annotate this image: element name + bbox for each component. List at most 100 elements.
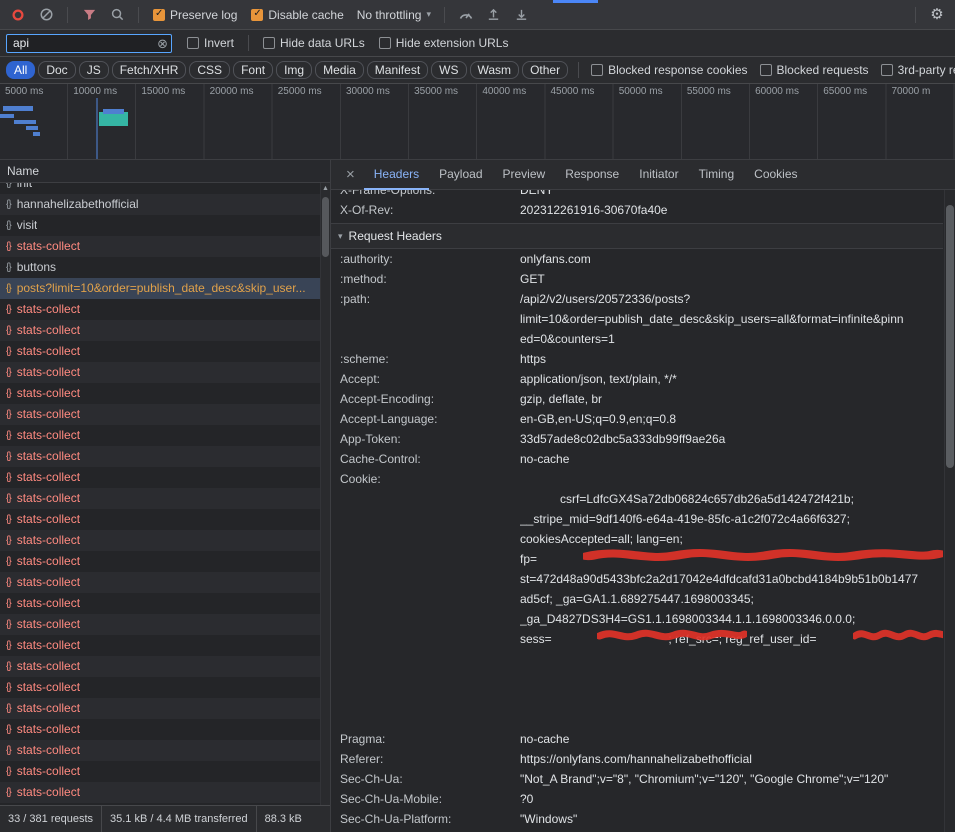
request-row[interactable]: {} stats-collect (0, 488, 320, 509)
request-row[interactable]: {} buttons (0, 257, 320, 278)
type-filter-chip[interactable]: All (6, 61, 35, 79)
disable-cache-checkbox[interactable]: Disable cache (251, 8, 343, 22)
request-row[interactable]: {} posts?limit=10&order=publish_date_des… (0, 278, 320, 299)
request-row[interactable]: {} stats-collect (0, 404, 320, 425)
type-filter-chip[interactable]: JS (79, 61, 109, 79)
request-row[interactable]: {} init (0, 183, 320, 194)
request-row[interactable]: {} stats-collect (0, 341, 320, 362)
type-filter-chip[interactable]: Fetch/XHR (112, 61, 187, 79)
type-chip-list: All Doc JS Fetch/XHR CSS Font Img Media … (6, 61, 571, 79)
request-row[interactable]: {} stats-collect (0, 467, 320, 488)
details-tab[interactable]: Response (555, 160, 629, 190)
request-row[interactable]: {} stats-collect (0, 656, 320, 677)
scrollbar-thumb[interactable] (322, 197, 329, 257)
request-row[interactable]: {} stats-collect (0, 572, 320, 593)
request-name: stats-collect (17, 782, 80, 803)
third-party-requests-checkbox[interactable]: 3rd-party requests (881, 63, 955, 77)
details-scrollbar[interactable] (944, 190, 955, 832)
network-filter-input[interactable] (6, 34, 172, 53)
request-row[interactable]: {} stats-collect (0, 677, 320, 698)
invert-checkbox[interactable]: Invert (187, 36, 234, 50)
type-filter-chip[interactable]: Doc (38, 61, 75, 79)
details-tab[interactable]: Preview (493, 160, 556, 190)
hide-data-urls-checkbox[interactable]: Hide data URLs (263, 36, 365, 50)
request-row[interactable]: {} visit (0, 215, 320, 236)
request-row[interactable]: {} stats-collect (0, 782, 320, 803)
header-value: "Not_A Brand";v="8", "Chromium";v="120",… (520, 769, 943, 789)
header-value: no-cache (520, 729, 943, 749)
request-row[interactable]: {} stats-collect (0, 509, 320, 530)
request-row[interactable]: {} stats-collect (0, 236, 320, 257)
type-filter-chip[interactable]: Media (315, 61, 364, 79)
name-column-header[interactable]: Name (0, 160, 330, 183)
request-name: stats-collect (17, 551, 80, 572)
timeline-overview[interactable]: 5000 ms10000 ms15000 ms20000 ms25000 ms3… (0, 84, 955, 160)
request-row[interactable]: {} stats-collect (0, 614, 320, 635)
request-row[interactable]: {} hannahelizabethofficial (0, 194, 320, 215)
request-row[interactable]: {} stats-collect (0, 551, 320, 572)
waterfall-bar (14, 120, 36, 124)
request-row[interactable]: {} stats-collect (0, 719, 320, 740)
type-filter-chip[interactable]: Img (276, 61, 312, 79)
header-value: 202312261916-30670fa40e (520, 200, 943, 220)
details-tab[interactable]: Timing (689, 160, 745, 190)
header-name: X-Frame-Options: (340, 190, 520, 200)
details-tab[interactable]: Headers (364, 160, 429, 190)
request-headers-section-toggle[interactable]: ▾ Request Headers (331, 223, 943, 249)
header-value: no-cache (520, 449, 943, 469)
scrollbar-thumb[interactable] (946, 205, 954, 468)
record-button[interactable] (6, 4, 30, 26)
request-row[interactable]: {} stats-collect (0, 425, 320, 446)
type-filter-chip[interactable]: Other (522, 61, 568, 79)
request-name: stats-collect (17, 362, 80, 383)
request-row[interactable]: {} stats-collect (0, 698, 320, 719)
network-conditions-button[interactable] (454, 4, 478, 26)
close-details-button[interactable]: × (337, 161, 364, 189)
request-row[interactable]: {} stats-collect (0, 446, 320, 467)
preserve-log-checkbox[interactable]: Preserve log (153, 8, 237, 22)
search-button[interactable] (105, 4, 129, 26)
clear-filter-icon[interactable]: ⊗ (157, 36, 168, 51)
request-row[interactable]: {} stats-collect (0, 740, 320, 761)
request-row[interactable]: {} stats-collect (0, 320, 320, 341)
request-row[interactable]: {} stats-collect (0, 530, 320, 551)
request-row[interactable]: {} stats-collect (0, 635, 320, 656)
type-filter-chip[interactable]: CSS (189, 61, 230, 79)
header-value: en-GB,en-US;q=0.9,en;q=0.8 (520, 409, 943, 429)
request-list-scrollbar[interactable]: ▲ (320, 183, 330, 805)
details-tab[interactable]: Payload (429, 160, 492, 190)
filter-button[interactable] (77, 4, 101, 26)
header-row: App-Token: 33d57ade8c02dbc5a333db99ff9ae… (331, 429, 943, 449)
details-tab[interactable]: Initiator (629, 160, 688, 190)
clear-button[interactable] (34, 4, 58, 26)
export-har-button[interactable] (510, 4, 534, 26)
type-filter-chip[interactable]: Font (233, 61, 273, 79)
request-name: stats-collect (17, 698, 80, 719)
request-row[interactable]: {} stats-collect (0, 761, 320, 782)
type-filter-chip[interactable]: Wasm (470, 61, 520, 79)
scroll-up-icon[interactable]: ▲ (321, 183, 330, 195)
import-har-button[interactable] (482, 4, 506, 26)
header-row: X-Frame-Options: DENY (331, 190, 943, 200)
details-tab[interactable]: Cookies (744, 160, 807, 190)
funnel-icon (82, 7, 97, 22)
blocked-requests-checkbox[interactable]: Blocked requests (760, 63, 869, 77)
header-name: Referer: (340, 749, 520, 769)
blocked-response-cookies-checkbox[interactable]: Blocked response cookies (591, 63, 747, 77)
type-filter-chip[interactable]: Manifest (367, 61, 428, 79)
header-value: GET (520, 269, 943, 289)
header-name: Accept-Language: (340, 409, 520, 429)
header-row: Accept-Encoding: gzip, deflate, br (331, 389, 943, 409)
request-row[interactable]: {} stats-collect (0, 299, 320, 320)
hide-extension-urls-checkbox[interactable]: Hide extension URLs (379, 36, 509, 50)
divider (248, 35, 249, 51)
divider (67, 7, 68, 23)
type-filter-chip[interactable]: WS (431, 61, 466, 79)
request-row[interactable]: {} stats-collect (0, 362, 320, 383)
header-name: Sec-Ch-Ua-Platform: (340, 809, 520, 829)
throttling-dropdown[interactable]: No throttling ▾ (357, 8, 431, 22)
blocked-requests-label: Blocked requests (777, 63, 869, 77)
request-row[interactable]: {} stats-collect (0, 383, 320, 404)
request-row[interactable]: {} stats-collect (0, 593, 320, 614)
settings-button[interactable]: ⚙ (925, 4, 949, 26)
